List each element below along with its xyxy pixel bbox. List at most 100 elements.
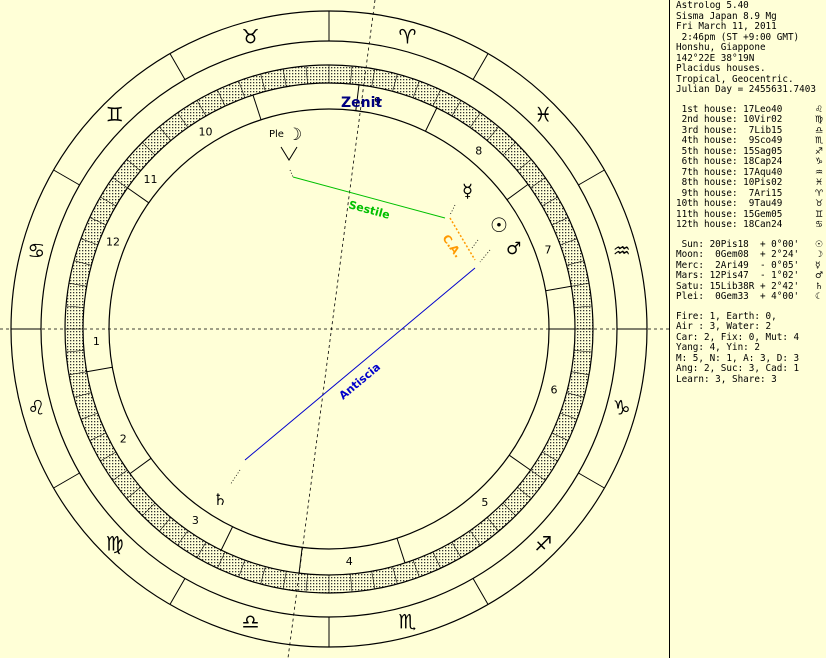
moon-icon: ☽ (287, 125, 302, 145)
sun-icon: ☉ (490, 213, 508, 237)
house-number: 10 (199, 125, 213, 138)
sign-divider (53, 169, 80, 186)
zodiac-sign-icon: ♐ (534, 531, 552, 555)
sign-divider (53, 472, 80, 489)
pleiades-label: Ple (269, 129, 284, 140)
header-line-text: 2:46pm (ST +9:00 GMT) (676, 31, 800, 43)
house-number: 7 (544, 243, 551, 256)
header-line-text: Placidus houses. (676, 63, 766, 74)
planet-leader-line (229, 469, 241, 486)
planet-position-line-text: Merc: 2Ari49 - 0°05' (676, 259, 800, 271)
house-cusp-line-text: 8th house: 10Pis02 (676, 177, 783, 188)
header-line-text: Julian Day = 2455631.7403 (676, 84, 816, 95)
astrology-chart-wheel: ♉♊♋♌♍♎ ♏♐♑♒♓♈109876543211211ZenitSestileC… (0, 0, 670, 658)
header-line: Julian Day = 2455631.7403 (676, 84, 826, 96)
house-cusp-divider (508, 454, 531, 471)
house-cusp-line-text: 2nd house: 10Vir02 (676, 114, 783, 125)
house-cusp-line-glyph-icon: ♈ (815, 188, 824, 199)
planet-position-line: Plei: 0Gem33 + 4°00' ☾ (676, 291, 826, 303)
zodiac-sign-icon: ♍ (106, 531, 124, 555)
mars-icon: ♂ (506, 239, 521, 259)
house-cusp-line-text: 1st house: 17Leo40 (676, 103, 783, 115)
header-line-text: Sisma Japan 8.9 Mg (676, 10, 777, 22)
house-cusp-divider (396, 538, 406, 564)
house-cusp-line-glyph-icon: ♍ (815, 115, 824, 125)
zodiac-sign-icon: ♈ (398, 24, 416, 48)
antiscia-aspect-line (244, 267, 476, 461)
house-cusp-line-glyph-icon: ♋ (815, 220, 824, 230)
house-number: 6 (551, 383, 558, 396)
house-number: 3 (192, 514, 199, 527)
house-number: 4 (346, 555, 353, 568)
element-summary-line-text: Yang: 4, Yin: 2 (676, 342, 760, 353)
sign-divider (472, 578, 489, 605)
house-cusp-line-text: 10th house: 9Tau49 (676, 198, 783, 209)
zodiac-sign-icon: ♎ (242, 610, 260, 634)
zodiac-sign-icon: ♊ (106, 103, 124, 127)
sign-divider (578, 472, 605, 489)
planet-position-line-glyph-icon: ☉ (815, 239, 824, 250)
house-number: 5 (481, 496, 488, 509)
house-cusp-line-text: 4th house: 9Sco49 (676, 135, 783, 146)
house-cusp-line-glyph-icon: ♏ (815, 136, 824, 146)
header-line-text: Fri March 11, 2011 (676, 21, 777, 32)
header-line-text: Tropical, Geocentric. (676, 73, 794, 85)
house-cusp-divider (506, 184, 529, 201)
house-cusp-line-text: 9th house: 7Ari15 (676, 187, 783, 199)
house-cusp-line-glyph-icon: ♓ (815, 178, 824, 188)
house-number: 2 (120, 432, 127, 445)
house-cusp-line-text: 6th house: 18Cap24 (676, 156, 783, 167)
planet-position-line-glyph-icon: ♂ (815, 271, 824, 281)
house-cusp-line-glyph-icon: ♉ (815, 199, 824, 209)
zodiac-sign-icon: ♋ (27, 239, 45, 263)
house-cusp-line-text: 5th house: 15Sag05 (676, 145, 783, 157)
house-cusp-line-glyph-icon: ♑ (815, 157, 824, 167)
header-line-text: 142°22E 38°19N (676, 52, 755, 64)
house-cusp-divider (220, 526, 234, 551)
planet-position-line-glyph-icon: ☾ (815, 292, 824, 302)
house-number: 12 (106, 236, 120, 249)
pleiades-marker-icon (280, 146, 298, 161)
element-summary-line-text: Fire: 1, Earth: 0, (676, 310, 777, 322)
antiscia-label: Antiscia (337, 360, 383, 402)
sign-divider (578, 169, 605, 186)
sign-divider (472, 53, 489, 80)
planet-position-line-glyph-icon: ♄ (815, 281, 824, 292)
house-cusp-line: 12th house: 18Can24 ♋ (676, 219, 826, 231)
planet-leader-line (289, 169, 294, 178)
element-summary-line: Learn: 3, Share: 3 (676, 373, 826, 386)
house-cusp-line-glyph-icon: ♊ (815, 209, 824, 220)
house-cusp-line-text: 12th house: 18Can24 (676, 219, 783, 230)
planet-position-line-text: Plei: 0Gem33 + 4°00' (676, 291, 800, 302)
house-number: 11 (144, 173, 158, 186)
house-number: 8 (475, 145, 482, 158)
planet-position-line-text: Sun: 20Pis18 + 0°00' (676, 238, 800, 250)
house-cusp-line-glyph-icon: ♒ (815, 167, 824, 178)
house-cusp-divider (129, 457, 152, 474)
planet-position-line-text: Satu: 15Lib38R + 2°42' (676, 280, 800, 292)
house-cusp-divider (424, 107, 438, 132)
house-cusp-line-glyph-icon: ♐ (815, 146, 824, 157)
planet-position-line-glyph-icon: ☽ (815, 250, 824, 260)
header-line-text: Astrolog 5.40 (676, 1, 749, 11)
zodiac-sign-icon: ♌ (27, 395, 45, 419)
element-summary-line-text: Learn: 3, Share: 3 (676, 373, 777, 385)
mercury-icon: ☿ (462, 181, 473, 202)
element-summary-line-text: Air : 3, Water: 2 (676, 321, 772, 332)
house-cusp-line-text: 3rd house: 7Lib15 (676, 124, 783, 136)
info-panel: Astrolog 5.40 Sisma Japan 8.9 Mg Fri March… (676, 1, 826, 657)
planet-position-line-glyph-icon: ☿ (815, 260, 821, 271)
house-number: 1 (93, 335, 100, 348)
house-cusp-line-glyph-icon: ♌ (815, 104, 824, 115)
planet-position-line-text: Moon: 0Gem08 + 2°24' (676, 249, 800, 260)
house-cusp-divider (86, 366, 113, 373)
house-cusp-divider (252, 94, 262, 120)
element-summary-line-text: Ang: 2, Suc: 3, Cad: 1 (676, 363, 800, 374)
element-summary-line-text: Car: 2, Fix: 0, Mut: 4 (676, 331, 800, 343)
sign-divider (169, 578, 186, 605)
planet-leader-line (471, 239, 479, 249)
sign-divider (169, 53, 186, 80)
panel-divider (669, 0, 670, 658)
zodiac-sign-icon: ♒ (613, 239, 631, 263)
house-cusp-divider (127, 187, 150, 204)
